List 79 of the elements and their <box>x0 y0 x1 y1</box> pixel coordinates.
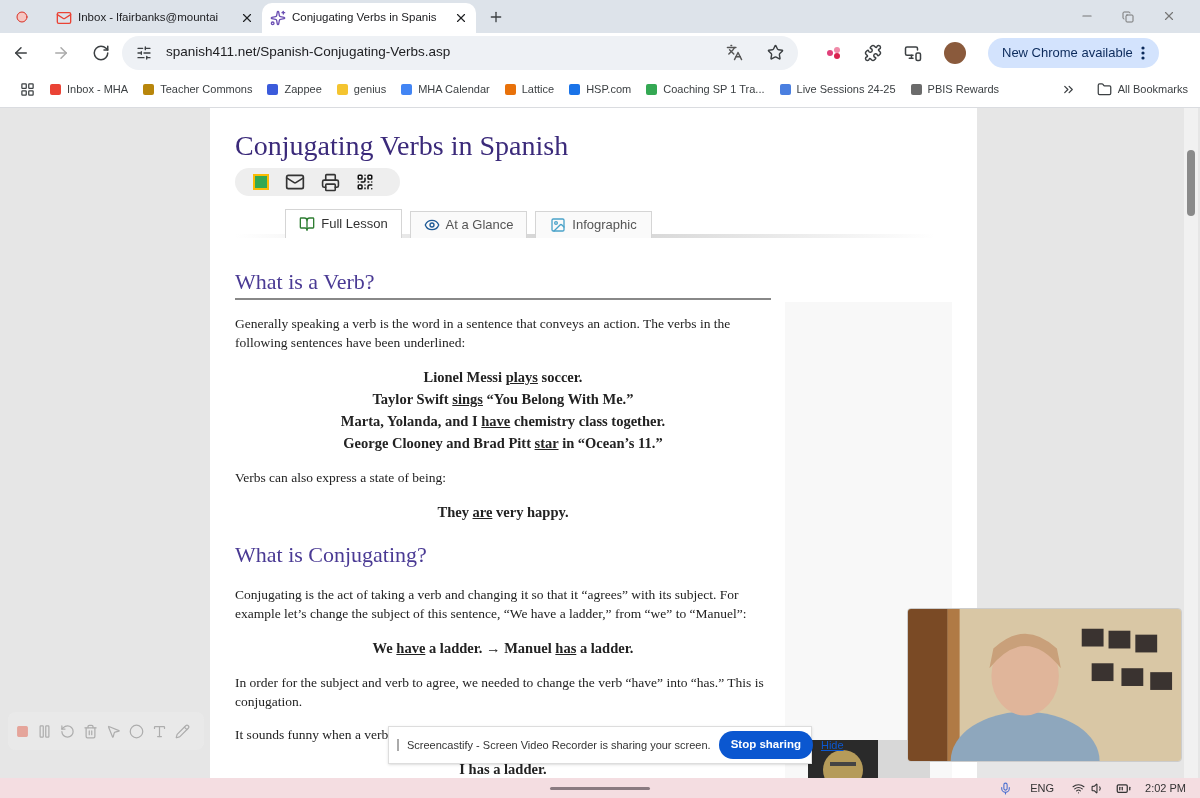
all-bookmarks[interactable]: All Bookmarks <box>1096 81 1188 98</box>
record-icon[interactable] <box>16 11 28 23</box>
bookmark-label: HSP.com <box>586 82 632 98</box>
bookmark[interactable]: Lattice <box>504 81 555 98</box>
paragraph: In order for the subject and verb to agree, we needed to change the verb “have” into “has.” This is conjugation. <box>235 674 765 711</box>
browser-tab[interactable]: Conjugating Verbs in Spanis <box>262 3 476 33</box>
bookmark-label: All Bookmarks <box>1117 82 1188 98</box>
close-icon[interactable] <box>240 11 254 25</box>
apps-icon[interactable] <box>20 82 35 97</box>
new-chrome-button[interactable]: New Chrome available <box>988 37 1159 68</box>
paragraph: Generally speaking a verb is the word in a sentence that conveys an action. The verbs in the following sentences have been underlined: <box>235 315 732 352</box>
avatar[interactable] <box>944 41 966 64</box>
bookmark-label: genius <box>353 82 387 98</box>
scrollbar[interactable] <box>1184 108 1198 778</box>
section-heading: What is a Verb? <box>235 268 771 300</box>
extension-icon[interactable] <box>826 44 842 61</box>
example-sentence: We have a ladder. → Manuel has a ladder. <box>372 639 634 658</box>
bookmark[interactable]: Teacher Commons <box>143 81 253 98</box>
drag-handle-icon[interactable] <box>397 739 399 751</box>
new-tab-icon[interactable] <box>488 9 504 25</box>
lesson-tab[interactable]: Full Lesson <box>285 209 402 238</box>
bookmark[interactable]: Coaching SP 1 Tra... <box>646 81 765 98</box>
bookmark[interactable]: HSP.com <box>569 81 632 98</box>
example-sentence: Marta, Yolanda, and I have chemistry class together. <box>340 412 666 431</box>
paragraph: Conjugating is the act of taking a verb and changing it so that it “agrees” with its subject. For example let’s change the subject of this sentence, “We have a ladder,” from “we” to “Manuel”: <box>235 586 748 623</box>
tab-title: Inbox - lfairbanks@mountai <box>78 10 220 26</box>
language-indicator[interactable]: ENG <box>1030 779 1055 797</box>
print-icon[interactable] <box>321 172 340 192</box>
mail-icon[interactable] <box>285 172 305 192</box>
bookmark-label: Lattice <box>521 82 555 98</box>
translate-icon[interactable] <box>726 44 743 61</box>
bookmark[interactable]: genius <box>336 81 387 98</box>
page-title: Conjugating Verbs in Spanish <box>235 129 570 163</box>
bookmark-label: Coaching SP 1 Tra... <box>663 82 765 98</box>
qr-code-icon[interactable] <box>356 173 374 191</box>
sparkle-icon <box>270 10 286 26</box>
folder-icon <box>1096 82 1112 97</box>
address-bar[interactable]: spanish411.net/Spanish-Conjugating-Verbs.asp <box>122 35 798 70</box>
bookmark-label: Inbox - MHA <box>67 82 129 98</box>
mail-icon <box>56 10 72 26</box>
tab-title: Conjugating Verbs in Spanis <box>292 10 438 26</box>
stop-sharing-button[interactable]: Stop sharing <box>718 731 813 759</box>
paragraph: Verbs can also express a state of being: <box>235 469 448 487</box>
bookmark-label: Teacher Commons <box>160 82 253 98</box>
example-sentence: George Clooney and Brad Pitt star in “Ocean’s 11.” <box>343 434 663 453</box>
more-icon <box>1140 45 1145 60</box>
eye-icon <box>423 217 440 233</box>
bookmark-label: Zappee <box>284 82 322 98</box>
site-settings-icon[interactable] <box>136 44 152 61</box>
wifi-icon[interactable] <box>1072 781 1086 795</box>
puzzle-icon[interactable] <box>864 43 882 62</box>
image-icon <box>550 217 567 233</box>
clock[interactable]: 2:02 PM <box>1145 779 1186 797</box>
microphone-icon[interactable] <box>999 781 1013 795</box>
browser-tab[interactable]: Inbox - lfairbanks@mountai <box>48 3 262 33</box>
sharing-message: Screencastify - Screen Video Recorder is sharing your screen. <box>407 737 711 753</box>
lesson-tab[interactable]: Infographic <box>535 211 652 238</box>
example-sentence: I has a ladder. <box>459 760 547 778</box>
bookmark[interactable]: Live Sessions 24-25 <box>779 81 896 98</box>
bookmark-label: PBIS Rewards <box>927 82 1000 98</box>
example-sentence: Taylor Swift sings “You Belong With Me.” <box>372 390 634 409</box>
reload-icon[interactable] <box>92 43 110 62</box>
tab-search-icon[interactable] <box>904 43 922 62</box>
bookmark-label: Live Sessions 24-25 <box>796 82 896 98</box>
bookmark-star-icon[interactable] <box>767 44 784 61</box>
bookmark[interactable]: MHA Calendar <box>401 81 490 98</box>
bookmark[interactable]: Zappee <box>267 81 322 98</box>
bookmark[interactable]: Inbox - MHA <box>50 81 129 98</box>
paragraph: It sounds funny when a verb <box>235 726 390 744</box>
close-icon[interactable] <box>454 11 468 25</box>
url-text: spanish411.net/Spanish-Conjugating-Verbs.asp <box>166 43 452 62</box>
bookmark-label: MHA Calendar <box>418 82 490 98</box>
example-sentence: They are very happy. <box>437 503 569 522</box>
book-icon <box>299 216 316 232</box>
section-heading: What is Conjugating? <box>235 541 428 569</box>
bookmark[interactable]: PBIS Rewards <box>910 81 1000 98</box>
example-sentence: Lionel Messi plays soccer. <box>423 368 583 387</box>
lesson-tab[interactable]: At a Glance <box>410 211 527 238</box>
restart-icon[interactable] <box>60 723 75 739</box>
